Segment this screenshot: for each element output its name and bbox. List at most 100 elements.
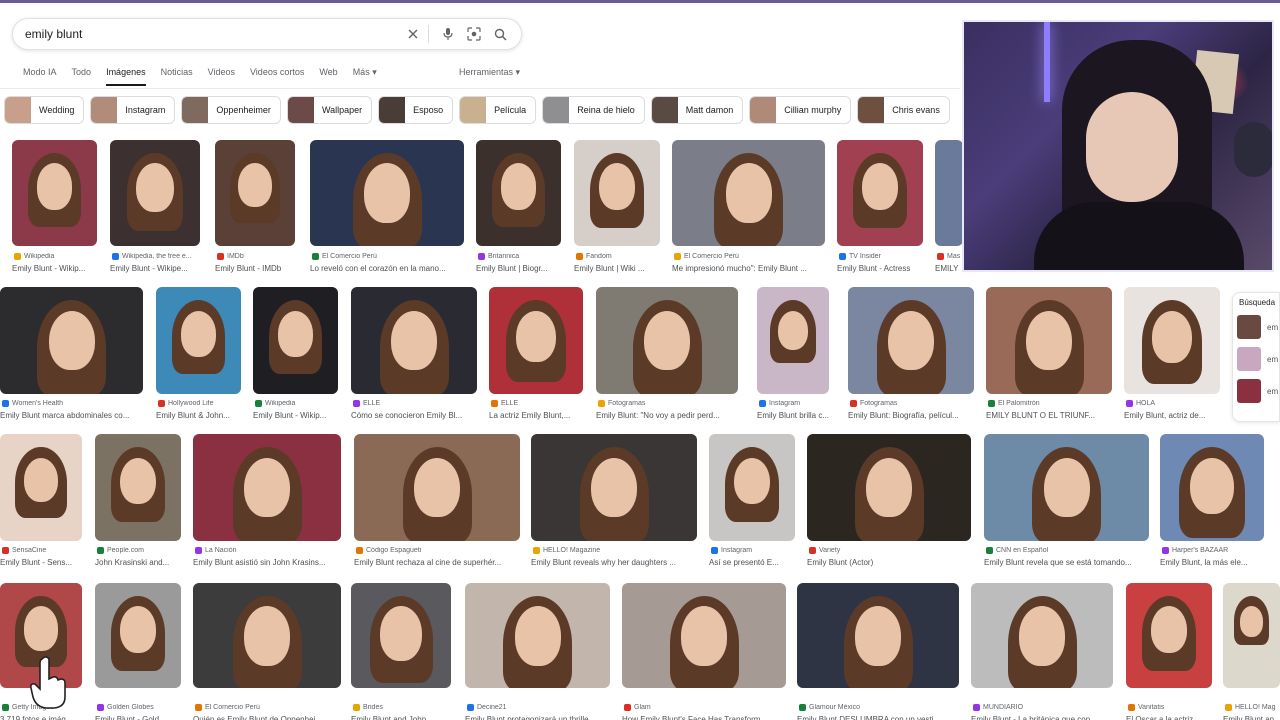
result-thumbnail[interactable] xyxy=(310,140,464,246)
result-source[interactable]: HELLO! Mag xyxy=(1225,704,1280,711)
image-result[interactable]: HELLO! Magazine Emily Blunt reveals why h… xyxy=(531,434,697,579)
result-thumbnail[interactable] xyxy=(351,583,451,688)
result-source[interactable]: Instagram xyxy=(711,547,795,554)
result-thumbnail[interactable] xyxy=(574,140,660,246)
image-result[interactable]: HELLO! Mag Emily Blunt an xyxy=(1223,583,1280,720)
result-title[interactable]: Emily Blunt - Sens... xyxy=(0,558,86,567)
result-title[interactable]: Lo reveló con el corazón en la mano... xyxy=(310,264,468,273)
result-title[interactable]: John Krasinski and... xyxy=(95,558,185,567)
result-title[interactable]: Emily Blunt - Gold... xyxy=(95,715,185,720)
result-title[interactable]: Emily Blunt protagonizará un thrille... xyxy=(465,715,614,720)
tab-todo[interactable]: Todo xyxy=(72,64,92,84)
result-thumbnail[interactable] xyxy=(12,140,97,246)
result-title[interactable]: Cómo se conocieron Emily Bl... xyxy=(351,411,481,420)
result-source[interactable]: CNN en Español xyxy=(986,547,1149,554)
result-thumbnail[interactable] xyxy=(986,287,1112,394)
result-thumbnail[interactable] xyxy=(354,434,520,541)
result-source[interactable]: Wikipedia, the free e... xyxy=(112,253,200,260)
image-result[interactable]: Decine21 Emily Blunt protagonizará un thr… xyxy=(465,583,610,720)
image-result[interactable]: People.com John Krasinski and... xyxy=(95,434,181,579)
image-result[interactable]: ELLE Cómo se conocieron Emily Bl... xyxy=(351,287,477,432)
tab-web[interactable]: Web xyxy=(319,64,337,84)
result-source[interactable]: MUNDIARIO xyxy=(973,704,1113,711)
result-title[interactable]: Emily Blunt marca abdominales co... xyxy=(0,411,147,420)
image-result[interactable]: MUNDIARIO Emily Blunt - La británica que … xyxy=(971,583,1113,720)
tab-modo-ia[interactable]: Modo IA xyxy=(23,64,57,84)
result-title[interactable]: Emily Blunt and John ... xyxy=(351,715,455,720)
result-source[interactable]: Harper's BAZAAR xyxy=(1162,547,1264,554)
image-result[interactable]: Golden Globes Emily Blunt - Gold... xyxy=(95,583,181,720)
image-result[interactable]: Vanitatis El Oscar a la actriz... xyxy=(1126,583,1212,720)
result-thumbnail[interactable] xyxy=(672,140,825,246)
result-title[interactable]: Emily Blunt & John... xyxy=(156,411,245,420)
result-source[interactable]: Variety xyxy=(809,547,971,554)
result-source[interactable]: Wikipedia xyxy=(255,400,338,407)
image-result[interactable]: Fandom Emily Blunt | Wiki ... xyxy=(574,140,660,285)
image-result[interactable]: Wikipedia, the free e... Emily Blunt - Wi… xyxy=(110,140,200,285)
result-title[interactable]: How Emily Blunt's Face Has Transform... xyxy=(622,715,790,720)
result-source[interactable]: Fotogramas xyxy=(598,400,738,407)
search-icon[interactable] xyxy=(489,23,511,45)
result-title[interactable]: Emily Blunt - IMDb xyxy=(215,264,299,273)
result-thumbnail[interactable] xyxy=(193,434,341,541)
result-thumbnail[interactable] xyxy=(1160,434,1264,541)
result-source[interactable]: Britannica xyxy=(478,253,561,260)
image-result[interactable]: Mas EMILY xyxy=(935,140,963,285)
chip-pel-cula[interactable]: Película xyxy=(459,96,537,124)
result-title[interactable]: Quién es Emily Blunt de Oppenhei... xyxy=(193,715,345,720)
result-source[interactable]: ELLE xyxy=(353,400,477,407)
result-source[interactable]: El Comercio Perú xyxy=(195,704,341,711)
image-result[interactable]: SensaCine Emily Blunt - Sens... xyxy=(0,434,82,579)
tab-videos-cortos[interactable]: Videos cortos xyxy=(250,64,304,84)
related-search-item[interactable]: em xyxy=(1237,347,1279,371)
result-thumbnail[interactable] xyxy=(489,287,583,394)
clear-icon[interactable] xyxy=(402,23,424,45)
result-thumbnail[interactable] xyxy=(807,434,971,541)
image-result[interactable]: Britannica Emily Blunt | Biogr... xyxy=(476,140,561,285)
result-source[interactable]: SensaCine xyxy=(2,547,82,554)
result-thumbnail[interactable] xyxy=(0,287,143,394)
chip-wallpaper[interactable]: Wallpaper xyxy=(286,96,373,124)
image-result[interactable]: Código Espagueti Emily Blunt rechaza al c… xyxy=(354,434,520,579)
result-source[interactable]: Glamour México xyxy=(799,704,959,711)
result-thumbnail[interactable] xyxy=(95,583,181,688)
result-source[interactable]: El Palomitrón xyxy=(988,400,1112,407)
result-title[interactable]: Emily Blunt rechaza al cine de superhér.… xyxy=(354,558,524,567)
result-thumbnail[interactable] xyxy=(848,287,974,394)
result-source[interactable]: HELLO! Magazine xyxy=(533,547,697,554)
lens-icon[interactable] xyxy=(463,23,485,45)
result-thumbnail[interactable] xyxy=(110,140,200,246)
result-source[interactable]: TV Insider xyxy=(839,253,923,260)
chip-instagram[interactable]: Instagram xyxy=(90,96,176,124)
image-result[interactable]: La Nación Emily Blunt asistió sin John Kr… xyxy=(193,434,341,579)
image-result[interactable]: Wikipedia Emily Blunt - Wikip... xyxy=(12,140,97,285)
image-result[interactable]: IMDb Emily Blunt - IMDb xyxy=(215,140,295,285)
result-thumbnail[interactable] xyxy=(0,434,82,541)
result-source[interactable]: Golden Globes xyxy=(97,704,181,711)
result-title[interactable]: EMILY BLUNT O EL TRIUNF... xyxy=(986,411,1116,420)
result-title[interactable]: Emily Blunt an xyxy=(1223,715,1280,720)
result-title[interactable]: Emily Blunt DESLUMBRA con un vesti... xyxy=(797,715,963,720)
result-thumbnail[interactable] xyxy=(1124,287,1220,394)
result-title[interactable]: Emily Blunt, actriz de... xyxy=(1124,411,1224,420)
image-result[interactable]: TV Insider Emily Blunt - Actress xyxy=(837,140,923,285)
image-result[interactable]: Instagram Emily Blunt brilla c... xyxy=(757,287,829,432)
result-thumbnail[interactable] xyxy=(351,287,477,394)
result-thumbnail[interactable] xyxy=(253,287,338,394)
result-title[interactable]: Emily Blunt, la más ele... xyxy=(1160,558,1268,567)
chip-reina-de-hielo[interactable]: Reina de hielo xyxy=(542,96,645,124)
tab-noticias[interactable]: Noticias xyxy=(161,64,193,84)
result-thumbnail[interactable] xyxy=(531,434,697,541)
result-source[interactable]: Hollywood Life xyxy=(158,400,241,407)
result-thumbnail[interactable] xyxy=(215,140,295,246)
result-title[interactable]: Emily Blunt | Biogr... xyxy=(476,264,565,273)
result-source[interactable]: Women's Health xyxy=(2,400,143,407)
result-title[interactable]: Emily Blunt revela que se está tomando..… xyxy=(984,558,1153,567)
result-title[interactable]: Emily Blunt | Wiki ... xyxy=(574,264,664,273)
image-result[interactable]: Glamour México Emily Blunt DESLUMBRA con … xyxy=(797,583,959,720)
result-source[interactable]: Fotogramas xyxy=(850,400,974,407)
tab-videos[interactable]: Videos xyxy=(208,64,235,84)
chip-cillian-murphy[interactable]: Cillian murphy xyxy=(749,96,852,124)
result-title[interactable]: La actriz Emily Blunt,... xyxy=(489,411,587,420)
image-result[interactable]: Fotogramas Emily Blunt: Biografía, pelícu… xyxy=(848,287,974,432)
